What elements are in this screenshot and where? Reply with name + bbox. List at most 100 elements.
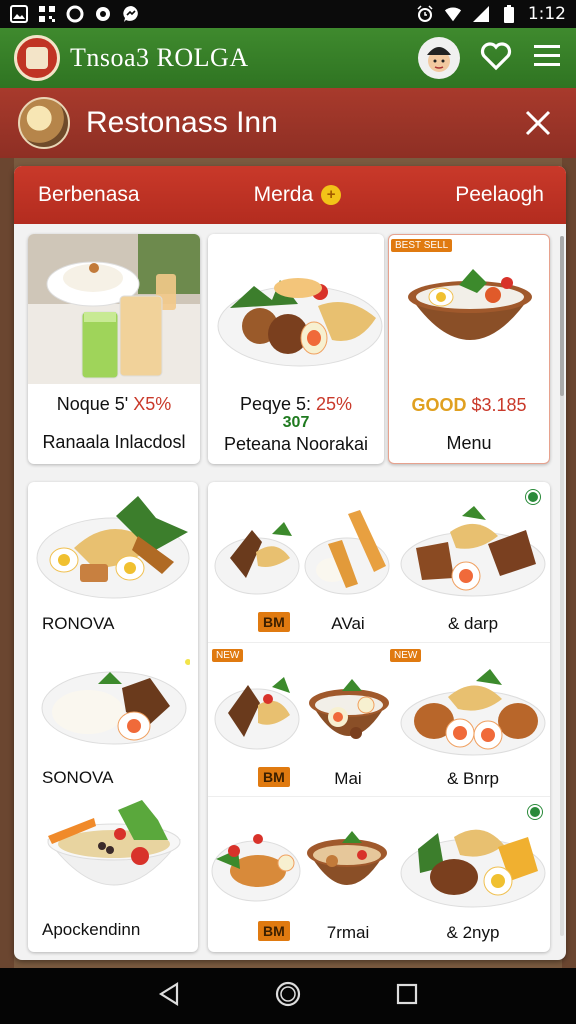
close-icon: [525, 110, 551, 136]
item-label: Mai: [334, 769, 362, 788]
item-label: Apockendinn: [42, 920, 141, 939]
app-actions: [418, 37, 562, 79]
item-number: 5': [114, 394, 129, 414]
list-item[interactable]: SONOVA: [28, 642, 198, 792]
logo-emblem-icon: [26, 47, 48, 69]
back-triangle-icon: [158, 981, 178, 1006]
item-label: & 2nyp: [446, 923, 500, 942]
circle-icon: [66, 5, 84, 23]
featured-card-1-price-line: Noque 5' X5%: [28, 394, 200, 415]
featured-card-1[interactable]: Noque 5' X5% Ranaala Inlacdosl: [28, 234, 200, 464]
drinks-rice-image: [28, 234, 200, 384]
menu-badge: BM: [258, 612, 290, 632]
category-tabs: Berbenasa Merda + Peelaogh: [14, 166, 566, 224]
menu-panel: Berbenasa Merda + Peelaogh Noque 5' X5%: [14, 166, 566, 960]
item-number: 5:: [296, 394, 312, 414]
featured-card-2[interactable]: Peqye 5: 25% 307 Peteana Noorakai: [208, 234, 384, 464]
mixed-noodle-plate-image: [400, 829, 546, 908]
list-item[interactable]: RONOVA: [28, 482, 198, 638]
item-label: RONOVA: [42, 614, 115, 633]
right-grid-card: BM AVai & darp NEW NEW BM Mai & Bnrp BM …: [208, 482, 550, 952]
noodle-plate-image: [36, 496, 190, 599]
item-label: AVai: [331, 614, 365, 633]
item-price: $3.185: [471, 395, 527, 415]
list-item[interactable]: Apockendinn: [28, 796, 198, 952]
grid-row[interactable]: BM AVai & darp: [208, 482, 550, 638]
scrollbar-thumb[interactable]: [560, 236, 564, 396]
qr-icon: [38, 5, 56, 23]
alarm-icon: [416, 5, 434, 23]
avatar[interactable]: [418, 37, 460, 79]
item-price: X5%: [133, 394, 172, 414]
rice-bowl-image: [389, 255, 549, 385]
featured-card-3-price-line: GOOD $3.185: [389, 395, 549, 416]
item-subprice: 307: [282, 414, 310, 431]
wifi-icon: [444, 5, 462, 23]
refresh-icon: [94, 5, 112, 23]
restaurant-title: Restonass Inn: [86, 106, 278, 139]
curry-bowl-image: [309, 679, 389, 739]
status-right-icons: 1:12: [416, 4, 566, 24]
featured-card-2-price-line: Peqye 5: 25%: [208, 394, 384, 415]
spring-roll-plate-image: [304, 510, 390, 595]
image-icon: [10, 5, 28, 23]
mixed-plate-image: [208, 234, 384, 384]
status-left-icons: [10, 5, 140, 23]
left-items-card: RONOVA SONOVA Apockendinn: [28, 482, 198, 952]
item-label: & darp: [447, 614, 499, 633]
battery-icon: [500, 5, 518, 23]
menu-icon[interactable]: [532, 43, 562, 74]
restaurant-header: Restonass Inn: [0, 88, 576, 158]
restaurant-thumbnail: [18, 97, 70, 149]
item-title: Menu: [446, 433, 492, 453]
tab-label: Peelaogh: [455, 183, 544, 206]
heart-icon[interactable]: [480, 41, 512, 76]
home-button[interactable]: [274, 980, 302, 1013]
meat-plate-image: [214, 522, 300, 595]
veggie-plate-image: [211, 834, 301, 902]
app-title: Tnsoa3 ROLGA: [70, 43, 249, 72]
status-time: 1:12: [527, 4, 566, 24]
noodle-fritter-plate-image: [400, 669, 546, 756]
signal-icon: [472, 5, 490, 23]
grid-row[interactable]: BM 7rmai & 2nyp: [208, 796, 550, 952]
item-label: SONOVA: [42, 768, 114, 787]
recents-square-icon: [397, 983, 418, 1004]
fried-chicken-plate-image: [400, 506, 546, 597]
system-nav-bar: [0, 968, 576, 1024]
item-label: 7rmai: [326, 923, 370, 942]
recents-button[interactable]: [395, 982, 419, 1011]
tab-label: Berbenasa: [38, 183, 140, 206]
menu-badge: BM: [258, 767, 290, 787]
messenger-icon: [122, 5, 140, 23]
status-bar: 1:12: [0, 0, 576, 28]
best-sell-tag: BEST SELL: [391, 239, 453, 252]
rice-egg-plate-image: [41, 659, 190, 745]
salad-bowl-image: [47, 800, 181, 886]
new-tag: NEW: [212, 649, 244, 662]
item-price: 25%: [316, 394, 353, 414]
menu-badge: BM: [258, 921, 290, 941]
item-title: Peteana Noorakai: [223, 434, 369, 454]
item-name: Peqye: [239, 394, 291, 414]
new-tag: NEW: [390, 649, 422, 662]
grid-row[interactable]: NEW NEW BM Mai & Bnrp: [208, 642, 550, 792]
featured-card-3[interactable]: BEST SELL GOOD $3.185 Menu: [388, 234, 550, 464]
item-name: GOOD: [411, 395, 467, 415]
tab-label: Merda: [253, 183, 314, 206]
item-title: Ranaala Inlacdosl: [42, 432, 186, 452]
item-name: Noque: [56, 394, 110, 414]
back-button[interactable]: [157, 981, 181, 1012]
item-label: & Bnrp: [447, 769, 499, 788]
stew-bowl-image: [307, 831, 387, 885]
app-logo[interactable]: [14, 35, 60, 81]
roast-plate-image: [214, 677, 300, 750]
avatar-icon: [427, 47, 451, 72]
plus-badge-icon: +: [321, 185, 342, 205]
tab-merda[interactable]: Merda +: [254, 183, 342, 207]
tab-peelaogh[interactable]: Peelaogh: [455, 183, 544, 207]
close-button[interactable]: [518, 103, 558, 143]
home-circle-icon: [275, 981, 301, 1006]
app-bar: Tnsoa3 ROLGA: [0, 28, 576, 88]
tab-berbenasa[interactable]: Berbenasa: [38, 183, 140, 207]
